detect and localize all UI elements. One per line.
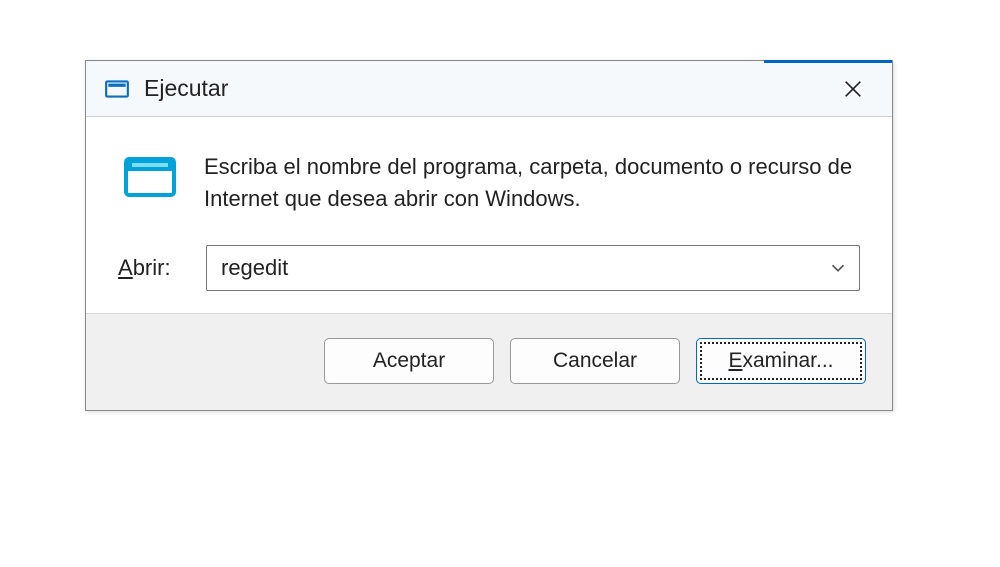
close-button[interactable]	[818, 61, 888, 117]
open-label: Abrir:	[118, 255, 186, 281]
close-icon	[842, 78, 864, 100]
titlebar: Ejecutar	[86, 61, 892, 117]
open-combobox[interactable]	[206, 245, 860, 291]
open-input[interactable]	[221, 255, 827, 281]
dialog-footer: Aceptar Cancelar Examinar...	[86, 313, 892, 410]
open-input-row: Abrir:	[118, 245, 860, 291]
accept-button[interactable]: Aceptar	[324, 338, 494, 384]
run-icon	[122, 149, 178, 205]
chevron-down-icon[interactable]	[827, 257, 849, 279]
instruction-row: Escriba el nombre del programa, carpeta,…	[118, 149, 860, 215]
dialog-body: Escriba el nombre del programa, carpeta,…	[86, 117, 892, 313]
browse-button[interactable]: Examinar...	[696, 338, 866, 384]
run-title-icon	[104, 76, 130, 102]
titlebar-accent	[764, 60, 892, 63]
instruction-text: Escriba el nombre del programa, carpeta,…	[204, 149, 860, 215]
run-dialog: Ejecutar Escriba el nombre del programa,…	[85, 60, 893, 411]
dialog-title: Ejecutar	[144, 75, 818, 102]
cancel-button[interactable]: Cancelar	[510, 338, 680, 384]
